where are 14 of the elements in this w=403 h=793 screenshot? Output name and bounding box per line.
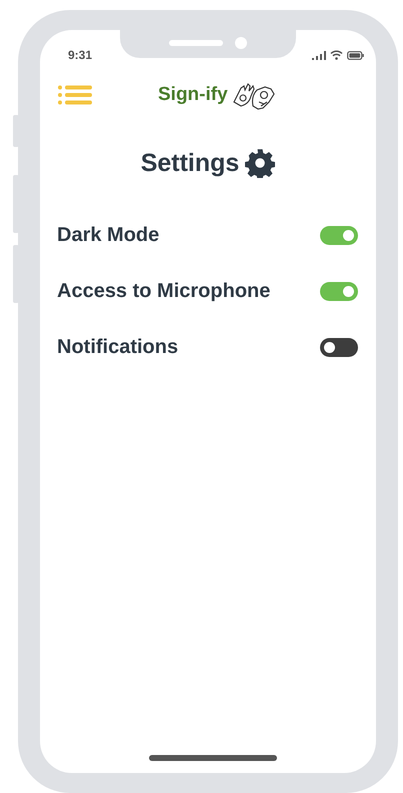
- toggle-switch[interactable]: [320, 226, 358, 245]
- toggle-switch[interactable]: [320, 282, 358, 301]
- battery-icon: [347, 50, 364, 60]
- page-title: Settings: [140, 148, 240, 178]
- status-time: 9:31: [68, 48, 92, 62]
- setting-label: Dark Mode: [57, 224, 160, 247]
- signal-icon: [312, 50, 326, 60]
- setting-label: Notifications: [57, 336, 178, 359]
- menu-icon[interactable]: [58, 85, 92, 105]
- app-name: Sign-ify: [158, 84, 228, 106]
- wifi-icon: [330, 50, 343, 60]
- toggle-switch[interactable]: [320, 338, 358, 357]
- settings-icon: [245, 148, 276, 178]
- setting-label: Access to Microphone: [57, 280, 270, 303]
